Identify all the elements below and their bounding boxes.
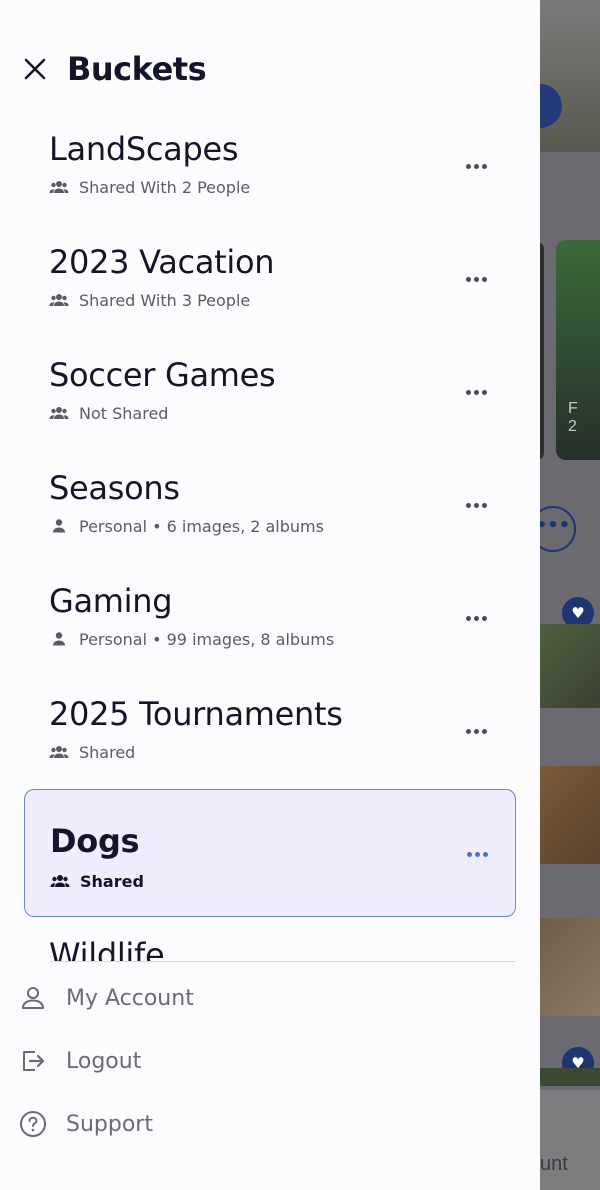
- bucket-meta: Personal • 99 images, 8 albums: [49, 628, 334, 650]
- account-icon: [22, 987, 44, 1009]
- bucket-item-dogs[interactable]: Dogs Shared: [24, 789, 516, 917]
- background-more-icon: •••: [540, 506, 576, 552]
- background-card: [556, 240, 600, 460]
- background-photo: [540, 624, 600, 708]
- bucket-meta: Shared With 3 People: [49, 289, 250, 311]
- footer-divider: [50, 961, 516, 962]
- bucket-meta: Shared With 2 People: [49, 176, 250, 198]
- bucket-item-2025-tournaments[interactable]: 2025 Tournaments Shared: [24, 685, 516, 797]
- bucket-item-landscapes[interactable]: LandScapes Shared With 2 People: [24, 120, 516, 232]
- bucket-name: Gaming: [49, 582, 173, 620]
- more-options-button[interactable]: [456, 610, 496, 626]
- more-options-button[interactable]: [456, 158, 496, 174]
- bucket-item-soccer-games[interactable]: Soccer Games Not Shared: [24, 346, 516, 458]
- background-photo: [540, 1068, 600, 1086]
- bucket-meta: Not Shared: [49, 402, 168, 424]
- bucket-name: Soccer Games: [49, 356, 276, 394]
- bucket-name: LandScapes: [49, 130, 239, 168]
- background-app: F 2 ••• ♥ ♥ unt: [540, 0, 600, 1190]
- bucket-name: Seasons: [49, 469, 180, 507]
- background-bottom-text: unt: [540, 1153, 568, 1175]
- more-options-button[interactable]: [456, 384, 496, 400]
- bucket-item-gaming[interactable]: Gaming Personal • 99 images, 8 albums: [24, 572, 516, 684]
- bucket-meta: Shared: [49, 741, 135, 763]
- bucket-meta-text: Shared: [80, 871, 144, 891]
- my-account-label: My Account: [66, 985, 194, 1011]
- support-label: Support: [66, 1111, 153, 1137]
- logout-button[interactable]: Logout: [18, 1039, 418, 1083]
- drawer-header: Buckets: [0, 40, 540, 100]
- logout-label: Logout: [66, 1048, 142, 1074]
- background-card-text: F 2: [568, 400, 578, 435]
- bucket-meta-text: Shared: [79, 742, 136, 762]
- bucket-meta-text: Shared With 2 People: [79, 177, 251, 197]
- more-options-button[interactable]: [456, 497, 496, 513]
- background-photo: [540, 0, 600, 152]
- people-icon: [49, 746, 69, 758]
- bucket-meta-text: Not Shared: [79, 403, 169, 423]
- people-icon: [49, 407, 69, 419]
- bucket-meta-text: Shared With 3 People: [79, 290, 251, 310]
- background-photo: [540, 918, 600, 1016]
- bucket-item-2023-vacation[interactable]: 2023 Vacation Shared With 3 People: [24, 233, 516, 345]
- bucket-meta-text: Personal • 6 images, 2 albums: [79, 516, 324, 536]
- background-photo: [540, 766, 600, 864]
- buckets-drawer: Buckets LandScapes Shared With 2 People …: [0, 0, 540, 1190]
- person-icon: [53, 632, 65, 646]
- person-icon: [53, 519, 65, 533]
- more-options-button[interactable]: [456, 271, 496, 287]
- help-icon: [20, 1111, 46, 1137]
- bucket-list: LandScapes Shared With 2 People 2023 Vac…: [0, 120, 540, 962]
- bucket-meta: Shared: [50, 870, 144, 892]
- people-icon: [49, 294, 69, 306]
- bucket-meta: Personal • 6 images, 2 albums: [49, 515, 324, 537]
- bucket-name: 2025 Tournaments: [49, 695, 343, 733]
- bucket-name: Dogs: [50, 822, 140, 860]
- background-card: [540, 242, 544, 460]
- bucket-item-wildlife[interactable]: Wildlife: [24, 926, 516, 962]
- bucket-name: Wildlife: [49, 936, 165, 962]
- bucket-item-seasons[interactable]: Seasons Personal • 6 images, 2 albums: [24, 459, 516, 571]
- support-button[interactable]: Support: [18, 1102, 418, 1146]
- close-icon[interactable]: [22, 56, 48, 82]
- more-options-button[interactable]: [457, 846, 497, 862]
- people-icon: [50, 875, 70, 887]
- drawer-title: Buckets: [67, 50, 207, 88]
- more-options-button[interactable]: [456, 723, 496, 739]
- my-account-button[interactable]: My Account: [18, 976, 418, 1020]
- people-icon: [49, 181, 69, 193]
- logout-icon: [23, 1051, 45, 1071]
- bucket-meta-text: Personal • 99 images, 8 albums: [79, 629, 335, 649]
- bucket-name: 2023 Vacation: [49, 243, 275, 281]
